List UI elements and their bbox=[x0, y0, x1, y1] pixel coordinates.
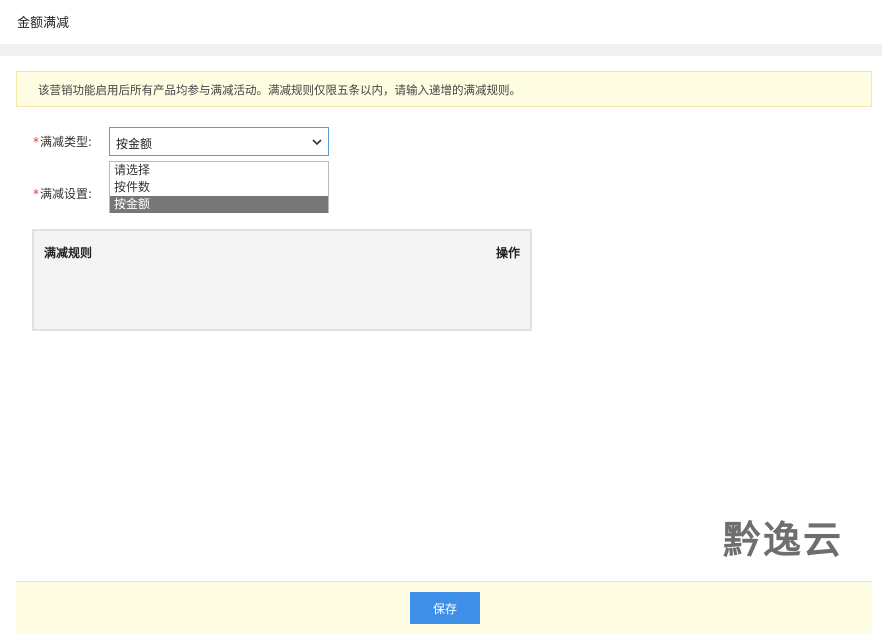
page-title: 金额满减 bbox=[17, 16, 70, 31]
discount-type-dropdown: 请选择 按件数 按金额 bbox=[109, 161, 329, 213]
page-header: 金额满减 bbox=[0, 0, 882, 44]
discount-setting-label: *满减设置: bbox=[33, 185, 92, 202]
rules-table-header-rule: 满减规则 bbox=[44, 246, 93, 260]
watermark-text: 黔逸云 bbox=[723, 518, 844, 562]
rules-table: 满减规则 操作 bbox=[32, 229, 532, 331]
dropdown-option-by-quantity[interactable]: 按件数 bbox=[110, 179, 328, 196]
watermark-logo: 黔逸云 bbox=[723, 509, 863, 562]
rules-table-header-action: 操作 bbox=[495, 246, 520, 260]
discount-type-select[interactable]: 按金额 bbox=[109, 127, 329, 156]
notice-banner: 该营销功能启用后所有产品均参与满减活动。满减规则仅限五条以内，请输入递增的满减规… bbox=[16, 71, 872, 107]
required-mark: * bbox=[33, 135, 39, 149]
dropdown-option-please-select[interactable]: 请选择 bbox=[110, 162, 328, 179]
discount-type-select-value: 按金额 bbox=[116, 137, 153, 151]
discount-type-label: *满减类型: bbox=[33, 133, 92, 150]
discount-type-label-text: 满减类型: bbox=[40, 135, 93, 149]
chevron-down-icon bbox=[312, 139, 322, 146]
discount-setting-label-text: 满减设置: bbox=[40, 187, 93, 201]
header-divider bbox=[0, 44, 882, 56]
required-mark: * bbox=[33, 187, 39, 201]
footer-bar: 保存 bbox=[16, 581, 872, 633]
dropdown-option-by-amount[interactable]: 按金额 bbox=[110, 196, 328, 213]
notice-text: 该营销功能启用后所有产品均参与满减活动。满减规则仅限五条以内，请输入递增的满减规… bbox=[38, 83, 521, 97]
save-button[interactable]: 保存 bbox=[410, 592, 480, 624]
